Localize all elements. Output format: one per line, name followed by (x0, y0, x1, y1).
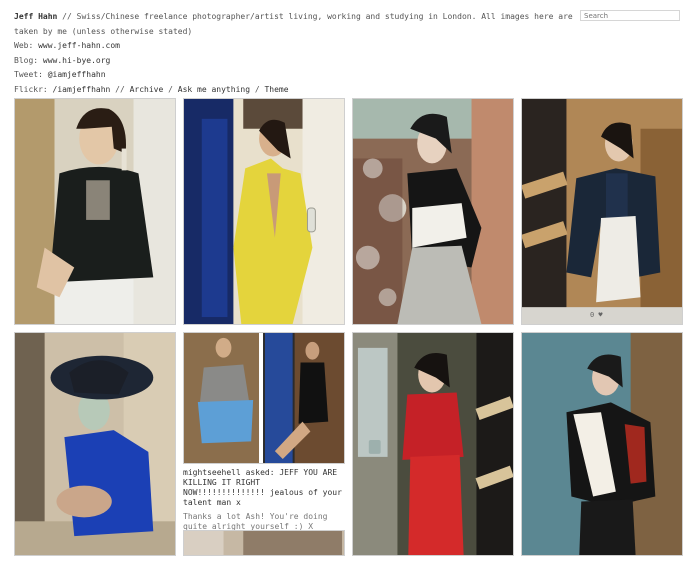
photo-post-6[interactable] (183, 332, 345, 464)
flickr-link[interactable]: /iamjeffhahn (53, 85, 111, 94)
post-notes-count[interactable]: 0 ♥ (590, 311, 603, 319)
photo-post-5[interactable] (14, 332, 176, 556)
separator: / (250, 84, 265, 94)
photo-post-8[interactable] (352, 332, 514, 556)
photo-post-4[interactable] (521, 98, 683, 325)
search-input[interactable] (580, 10, 680, 21)
photo (522, 99, 682, 324)
photo-post-9[interactable] (521, 332, 683, 556)
photo-post-2[interactable] (183, 98, 345, 325)
photo-post-3[interactable] (352, 98, 514, 325)
archive-link[interactable]: Archive (130, 85, 164, 94)
photo-post-1[interactable] (14, 98, 176, 325)
photo (184, 531, 344, 555)
blog-label: Blog: (14, 55, 43, 65)
photo-post-7[interactable] (183, 530, 345, 556)
photo (522, 333, 682, 555)
twitter-link[interactable]: @iamjeffhahn (48, 70, 106, 79)
web-link[interactable]: www.jeff-hahn.com (38, 41, 120, 50)
blog-description: Jeff Hahn // Swiss/Chinese freelance pho… (14, 10, 574, 97)
web-label: Web: (14, 41, 39, 50)
ask-answer: Thanks a lot Ash! You're doing quite alr… (183, 512, 328, 531)
ask-link[interactable]: Ask me anything (178, 85, 250, 94)
photo (15, 99, 175, 324)
photo (184, 99, 344, 324)
ask-question: mightseehell asked: JEFF YOU ARE KILLING… (183, 468, 342, 507)
ask-post: mightseehell asked: JEFF YOU ARE KILLING… (183, 468, 345, 532)
separator: / (163, 84, 178, 94)
photo (353, 99, 513, 324)
photo (184, 333, 344, 463)
blog-link[interactable]: www.hi-bye.org (43, 56, 110, 65)
tweet-label: Tweet: (14, 70, 48, 79)
separator: // (110, 84, 130, 94)
blog-title[interactable]: Jeff Hahn (14, 12, 57, 21)
theme-link[interactable]: Theme (264, 85, 288, 94)
photo (15, 333, 175, 555)
bio-text: // Swiss/Chinese freelance photographer/… (14, 12, 573, 36)
flickr-label: Flickr: (14, 84, 53, 94)
photo (353, 333, 513, 555)
